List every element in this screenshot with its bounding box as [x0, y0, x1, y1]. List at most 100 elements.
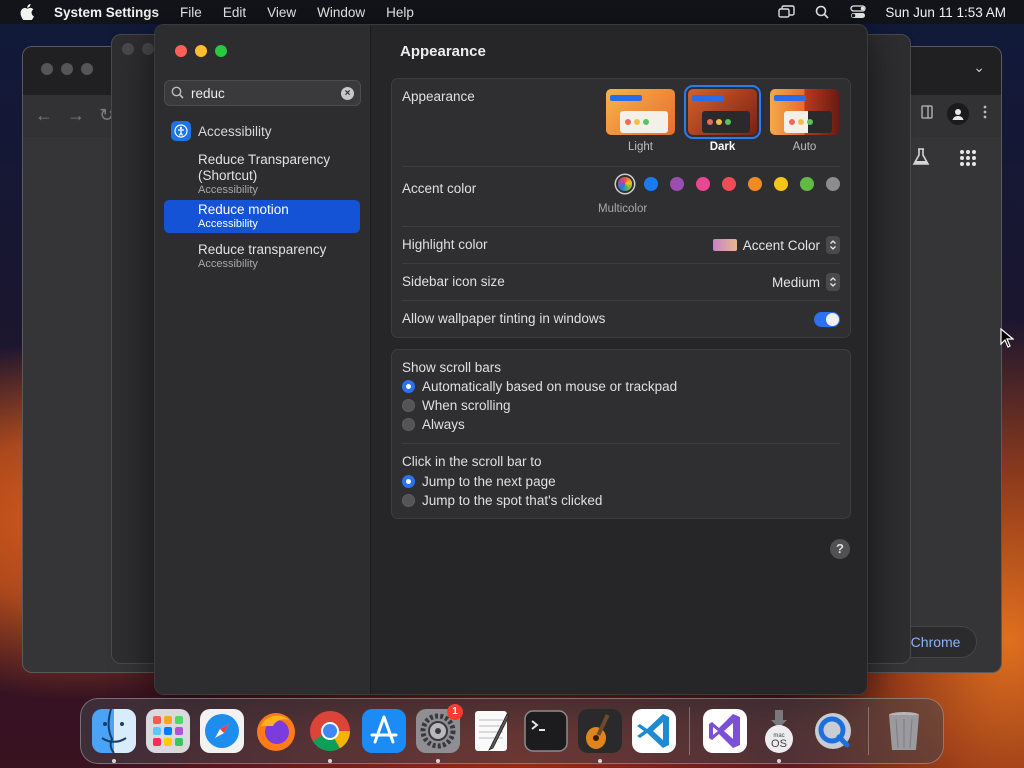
accent-blue-swatch[interactable] [644, 177, 658, 191]
accent-color-swatches [618, 177, 840, 191]
accent-color-label: Accent color [402, 181, 477, 196]
scroll-bars-option-always[interactable]: Always [402, 417, 465, 432]
radio-button[interactable] [402, 399, 415, 412]
settings-sidebar: × Accessibility Reduce Transparency (Sho… [155, 25, 371, 694]
appearance-option-dark[interactable]: Dark [684, 85, 761, 153]
close-window-button[interactable] [175, 45, 187, 57]
menu-help[interactable]: Help [386, 5, 414, 20]
labs-flask-icon[interactable] [911, 147, 931, 172]
dark-preview-icon [684, 85, 761, 139]
menu-window[interactable]: Window [317, 5, 365, 20]
help-button[interactable]: ? [830, 539, 850, 559]
accessibility-icon [171, 121, 191, 141]
profile-avatar-icon[interactable] [947, 103, 969, 125]
dock-system-settings[interactable]: 1 [413, 704, 463, 763]
dock-google-chrome[interactable] [305, 706, 355, 763]
search-result-reduce-motion[interactable]: Reduce motion Accessibility [164, 200, 360, 233]
radio-button[interactable] [402, 418, 415, 431]
control-center-icon[interactable] [849, 4, 867, 20]
radio-label: Jump to the spot that's clicked [422, 493, 603, 508]
sidebar-icon-size-popup[interactable]: Medium [772, 273, 840, 291]
terminal-icon [524, 710, 568, 752]
show-scroll-bars-label: Show scroll bars [402, 360, 502, 375]
search-result-reduce-transparency[interactable]: Reduce transparency Accessibility [164, 240, 360, 273]
dock-firefox[interactable] [251, 706, 301, 756]
window-traffic-lights [175, 45, 227, 57]
accent-selected-label: Multicolor [598, 203, 648, 215]
accent-purple-swatch[interactable] [670, 177, 684, 191]
light-preview-icon [606, 89, 675, 135]
dock-trash[interactable] [879, 706, 929, 756]
highlight-color-popup[interactable]: Accent Color [712, 236, 840, 254]
accent-yellow-swatch[interactable] [774, 177, 788, 191]
appearance-option-label: Light [628, 141, 653, 153]
side-panel-icon[interactable] [921, 104, 933, 124]
notification-badge: 1 [447, 704, 463, 720]
wallpaper-tinting-row: Allow wallpaper tinting in windows [402, 301, 840, 338]
radio-button[interactable] [402, 475, 415, 488]
safari-compass-icon [200, 709, 244, 753]
wallpaper-tinting-toggle[interactable] [814, 312, 840, 327]
settings-search-field[interactable]: × [164, 80, 361, 106]
appearance-row: Appearance Light Dark Auto [402, 79, 840, 167]
radio-button[interactable] [402, 494, 415, 507]
sidebar-icon-size-row: Sidebar icon size Medium [402, 264, 840, 301]
zoom-window-button[interactable] [215, 45, 227, 57]
sidebar-item-label: Accessibility [198, 123, 272, 139]
accent-multicolor-swatch[interactable] [618, 177, 632, 191]
accent-pink-swatch[interactable] [696, 177, 710, 191]
back-arrow-icon[interactable]: ← [35, 105, 53, 126]
more-options-icon[interactable] [983, 105, 987, 124]
dock-launchpad[interactable] [143, 706, 193, 756]
click-scroll-bar-row: Click in the scroll bar to Jump to the n… [402, 444, 840, 518]
menu-app-name[interactable]: System Settings [54, 5, 159, 20]
apple-menu-icon[interactable] [0, 4, 54, 20]
menu-view[interactable]: View [267, 5, 296, 20]
settings-content: Appearance Appearance Light Dark Auto Ac… [372, 25, 867, 694]
guitar-icon [578, 709, 622, 753]
minimize-window-button[interactable] [195, 45, 207, 57]
radio-button[interactable] [402, 380, 415, 393]
screen-mirroring-icon[interactable] [777, 4, 795, 20]
radio-label: Always [422, 417, 465, 432]
accent-green-swatch[interactable] [800, 177, 814, 191]
dock-app-store[interactable] [359, 706, 409, 756]
menu-bar: System Settings File Edit View Window He… [0, 0, 1024, 24]
dock-quicktime[interactable] [808, 706, 858, 756]
dock-visual-studio[interactable] [700, 706, 750, 756]
search-input[interactable] [191, 85, 341, 101]
dock-vscode[interactable] [629, 706, 679, 756]
scroll-bars-option-automatic[interactable]: Automatically based on mouse or trackpad [402, 379, 677, 394]
dock-terminal[interactable] [521, 706, 571, 756]
google-apps-grid-icon[interactable] [959, 149, 977, 172]
appearance-option-auto[interactable]: Auto [770, 89, 839, 153]
menubar-clock[interactable]: Sun Jun 11 1:53 AM [885, 5, 1006, 20]
scroll-bars-option-when-scrolling[interactable]: When scrolling [402, 398, 511, 413]
click-scroll-bar-label: Click in the scroll bar to [402, 454, 542, 469]
vscode-icon [632, 709, 676, 753]
menu-file[interactable]: File [180, 5, 202, 20]
dock-garageband[interactable] [575, 706, 625, 763]
spotlight-search-icon[interactable] [813, 4, 831, 20]
sidebar-item-accessibility[interactable]: Accessibility [171, 121, 272, 141]
appearance-option-light[interactable]: Light [606, 89, 675, 153]
dock-textedit[interactable] [467, 706, 517, 756]
chevron-down-icon[interactable]: ⌄ [973, 59, 985, 76]
dock-finder[interactable] [89, 706, 139, 763]
click-scroll-option-next-page[interactable]: Jump to the next page [402, 474, 556, 489]
forward-arrow-icon[interactable]: → [67, 105, 85, 126]
accent-orange-swatch[interactable] [748, 177, 762, 191]
dock-safari[interactable] [197, 706, 247, 756]
menu-edit[interactable]: Edit [223, 5, 246, 20]
textedit-icon [475, 711, 510, 751]
accent-red-swatch[interactable] [722, 177, 736, 191]
appearance-option-label: Auto [792, 141, 817, 153]
dock-macos-installer[interactable]: mac OS [754, 706, 804, 763]
highlight-color-label: Highlight color [402, 237, 488, 252]
clear-search-icon[interactable]: × [341, 86, 354, 100]
click-scroll-option-spot-clicked[interactable]: Jump to the spot that's clicked [402, 493, 602, 508]
search-result-subtitle: Accessibility [198, 184, 258, 196]
search-result-reduce-transparency-shortcut[interactable]: Reduce Transparency (Shortcut) Accessibi… [164, 150, 360, 199]
accent-graphite-swatch[interactable] [826, 177, 840, 191]
updown-chevron-icon [826, 236, 840, 254]
